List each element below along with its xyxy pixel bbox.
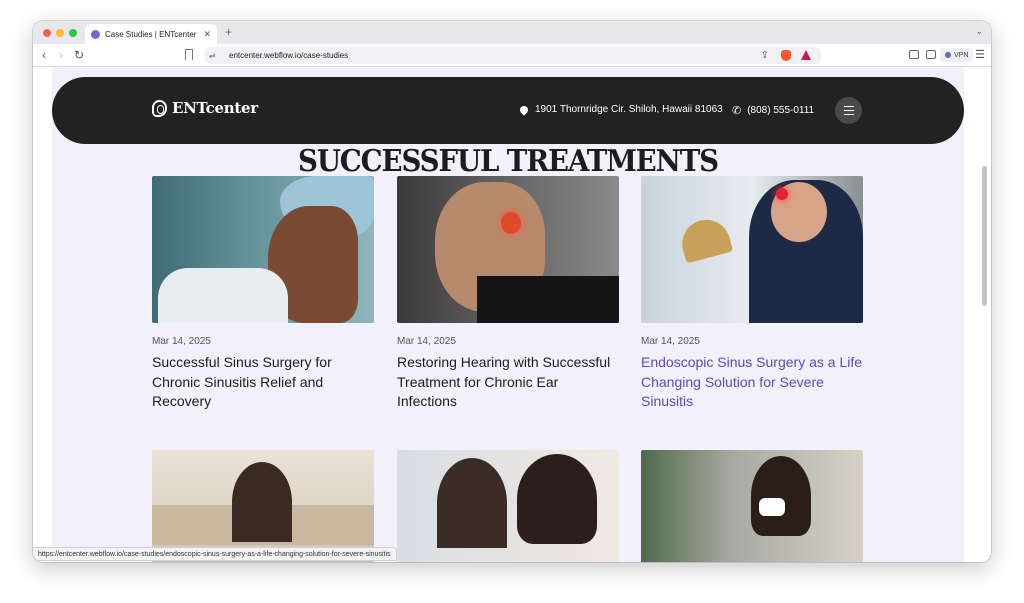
case-study-card[interactable]: Mar 14, 2025 Successful Sinus Surgery fo…	[152, 176, 374, 412]
forward-button[interactable]: ›	[59, 48, 63, 62]
brave-rewards-icon[interactable]	[801, 50, 811, 60]
browser-window: Case Studies | ENTcenter - W ✕ + ⌄ ‹ › ↻…	[33, 21, 991, 562]
tab-title: Case Studies | ENTcenter - W	[105, 29, 199, 39]
vpn-shield-icon	[945, 52, 951, 58]
url-text[interactable]: entcenter.webflow.io/case-studies	[229, 51, 348, 60]
link-status-bar: https://entcenter.webflow.io/case-studie…	[33, 547, 397, 561]
minimize-window-button[interactable]	[56, 29, 64, 37]
case-study-card[interactable]	[397, 450, 619, 562]
logo-text: ENTcenter	[172, 99, 258, 117]
location-pin-icon	[518, 103, 530, 116]
case-study-card[interactable]: Mar 14, 2025 Restoring Hearing with Succ…	[397, 176, 619, 412]
scrollbar-thumb[interactable]	[982, 166, 987, 306]
case-study-card[interactable]	[641, 450, 863, 562]
case-study-card[interactable]: Mar 14, 2025 Endoscopic Sinus Surgery as…	[641, 176, 863, 412]
vpn-button[interactable]: VPN	[940, 48, 974, 62]
case-study-image[interactable]	[152, 176, 374, 323]
phone-icon: ✆	[732, 105, 742, 117]
browser-toolbar: ‹ › ↻ ⇌ entcenter.webflow.io/case-studie…	[33, 44, 991, 67]
vpn-label: VPN	[954, 51, 969, 59]
site-favicon-icon	[91, 29, 100, 39]
address-text: 1901 Thornridge Cir. Shiloh, Hawaii 8106…	[535, 104, 723, 115]
case-study-card[interactable]	[152, 450, 374, 562]
site-header: ENTcenter 1901 Thornridge Cir. Shiloh, H…	[52, 77, 964, 144]
sidebar-toggle-icon[interactable]	[909, 50, 919, 59]
share-icon[interactable]: ⇪	[761, 50, 769, 61]
page-content: ENTcenter 1901 Thornridge Cir. Shiloh, H…	[52, 67, 964, 562]
tab-strip: Case Studies | ENTcenter - W ✕ + ⌄	[33, 21, 991, 44]
brave-shields-icon[interactable]	[781, 50, 791, 61]
case-study-image[interactable]	[152, 450, 374, 562]
card-title[interactable]: Successful Sinus Surgery for Chronic Sin…	[152, 353, 374, 412]
address-bar[interactable]: ⇌ entcenter.webflow.io/case-studies ⇪	[205, 47, 821, 64]
phone-text[interactable]: (808) 555-0111	[747, 105, 814, 116]
case-study-image[interactable]	[397, 450, 619, 562]
ear-logo-icon	[152, 99, 167, 117]
hamburger-icon	[843, 105, 854, 108]
site-logo[interactable]: ENTcenter	[152, 99, 258, 117]
reload-button[interactable]: ↻	[74, 48, 84, 62]
case-study-image[interactable]	[397, 176, 619, 323]
tab-case-studies[interactable]: Case Studies | ENTcenter - W ✕	[85, 24, 217, 44]
back-button[interactable]: ‹	[42, 48, 46, 62]
card-title[interactable]: Restoring Hearing with Successful Treatm…	[397, 353, 619, 412]
wallet-icon[interactable]	[926, 50, 936, 59]
case-study-image[interactable]	[641, 450, 863, 562]
card-date: Mar 14, 2025	[641, 336, 700, 347]
page-viewport: ENTcenter 1901 Thornridge Cir. Shiloh, H…	[33, 67, 991, 562]
bookmark-icon[interactable]	[185, 49, 193, 60]
card-title-hovered[interactable]: Endoscopic Sinus Surgery as a Life Chang…	[641, 353, 863, 412]
header-address: 1901 Thornridge Cir. Shiloh, Hawaii 8106…	[518, 103, 723, 116]
card-date: Mar 14, 2025	[397, 336, 456, 347]
browser-menu-icon[interactable]: ☰	[975, 48, 985, 61]
page-scrollbar[interactable]	[979, 67, 991, 562]
maximize-window-button[interactable]	[69, 29, 77, 37]
section-title: SUCCESSFUL TREATMENTS	[298, 144, 719, 179]
close-window-button[interactable]	[43, 29, 51, 37]
header-phone[interactable]: ✆ (808) 555-0111	[732, 104, 814, 117]
card-date: Mar 14, 2025	[152, 336, 211, 347]
menu-button[interactable]	[835, 97, 862, 124]
new-tab-button[interactable]: +	[225, 25, 232, 39]
site-info-icon[interactable]: ⇌	[209, 51, 221, 60]
chevron-down-icon[interactable]: ⌄	[975, 26, 983, 37]
case-study-image[interactable]	[641, 176, 863, 323]
tab-close-icon[interactable]: ✕	[203, 29, 211, 40]
